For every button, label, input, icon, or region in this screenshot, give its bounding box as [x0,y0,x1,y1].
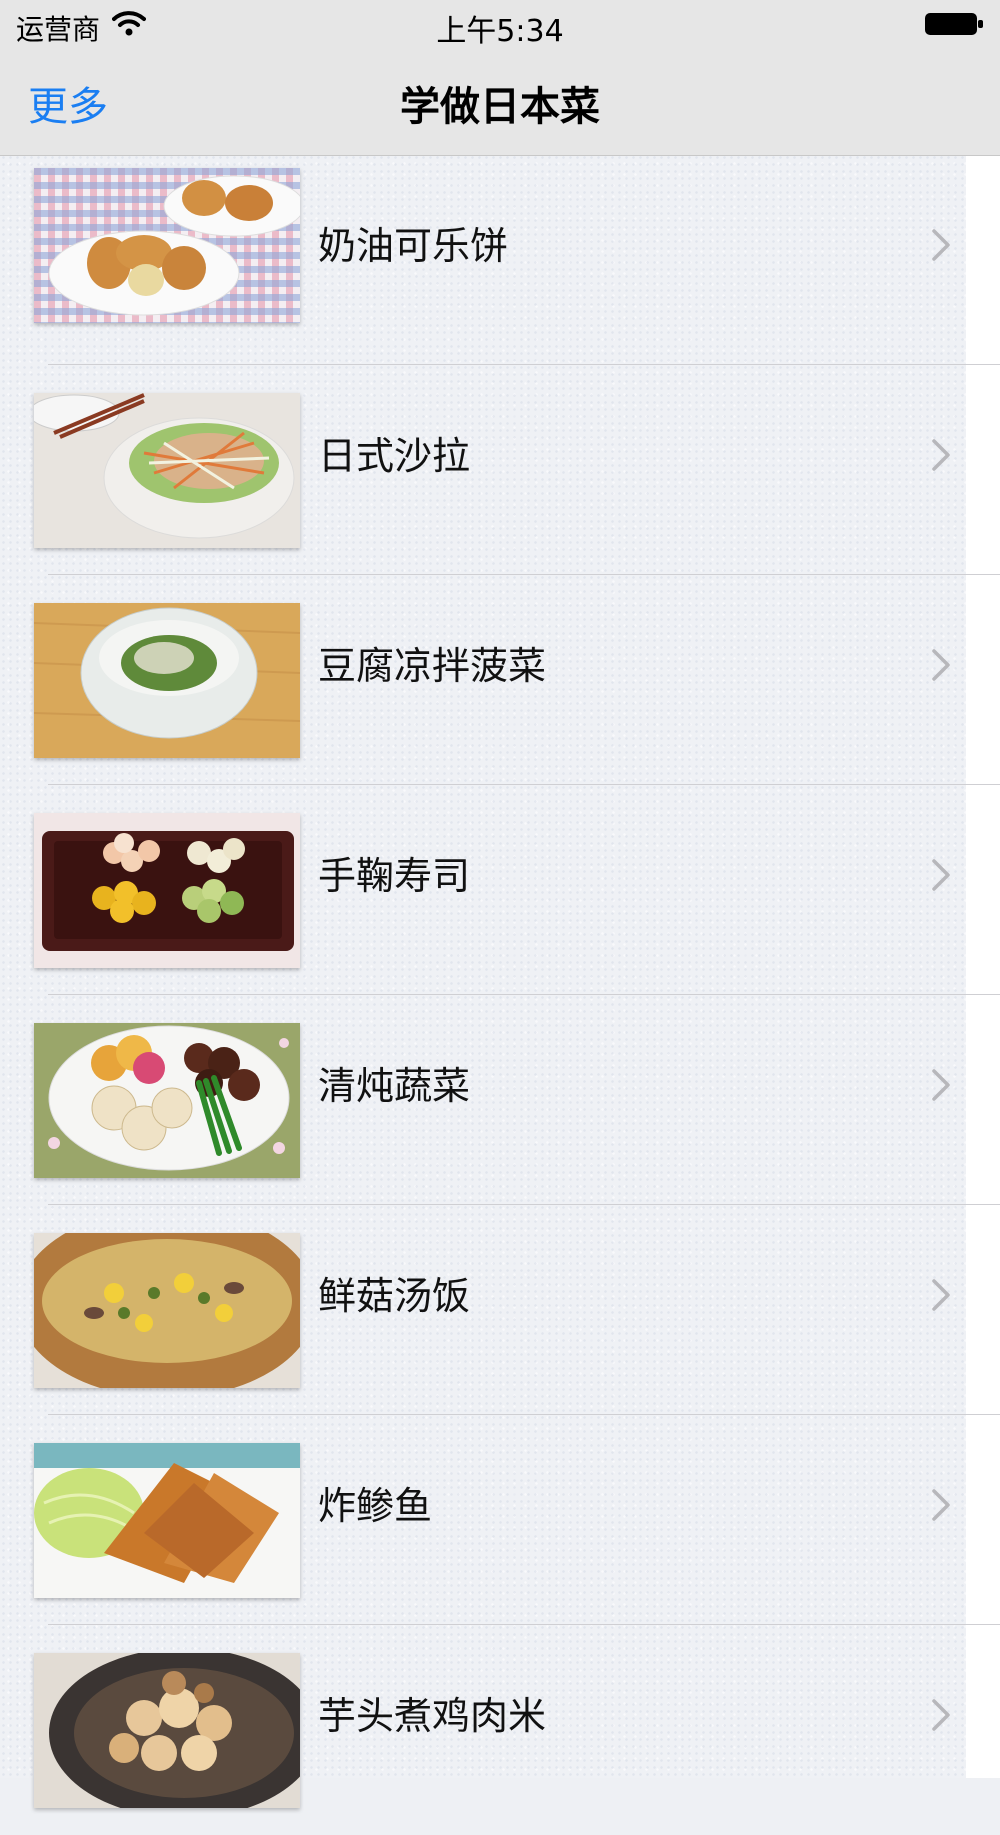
chevron-right-icon [932,649,950,681]
recipe-name: 手鞠寿司 [318,854,471,898]
recipe-thumbnail [34,393,300,548]
recipe-row[interactable]: 芋头煮鸡肉米 [0,1625,966,1835]
chevron-right-icon [932,859,950,891]
chevron-right-icon [932,1489,950,1521]
chevron-right-icon [932,1279,950,1311]
page-title: 学做日本菜 [400,84,600,130]
chevron-right-icon [932,1699,950,1731]
recipe-row[interactable]: 日式沙拉 [0,365,1000,575]
recipe-thumbnail [34,1443,300,1598]
recipe-thumbnail [34,1023,300,1178]
chevron-right-icon [932,1069,950,1101]
recipe-name: 日式沙拉 [318,434,471,478]
recipe-row[interactable]: 炸鲹鱼 [0,1415,1000,1625]
recipe-row[interactable]: 豆腐凉拌菠菜 [0,575,1000,785]
recipe-row[interactable]: 手鞠寿司 [0,785,1000,995]
recipe-thumbnail [34,813,300,968]
top-bar: 运营商 上午5:34 更多 学做日本菜 [0,0,1000,156]
battery-icon [925,13,983,35]
recipe-thumbnail [34,603,300,758]
right-margin [966,155,1000,1778]
recipe-name: 芋头煮鸡肉米 [318,1694,547,1738]
chevron-right-icon [932,439,950,471]
recipe-thumbnail [34,1233,300,1388]
recipe-name: 奶油可乐饼 [318,224,509,268]
recipe-name: 鲜菇汤饭 [318,1274,471,1318]
recipe-row[interactable]: 清炖蔬菜 [0,995,1000,1205]
recipe-name: 豆腐凉拌菠菜 [318,644,547,688]
recipe-name: 炸鲹鱼 [318,1484,433,1528]
recipe-name: 清炖蔬菜 [318,1064,471,1108]
recipe-row[interactable]: 奶油可乐饼 [0,155,1000,365]
recipe-thumbnail [34,1653,300,1808]
status-time: 上午5:34 [436,14,564,49]
status-bar: 运营商 上午5:34 [0,0,1000,50]
navigation-bar: 更多 学做日本菜 [0,50,1000,155]
recipe-row[interactable]: 鲜菇汤饭 [0,1205,1000,1415]
recipe-thumbnail [34,168,300,323]
chevron-right-icon [932,229,950,261]
